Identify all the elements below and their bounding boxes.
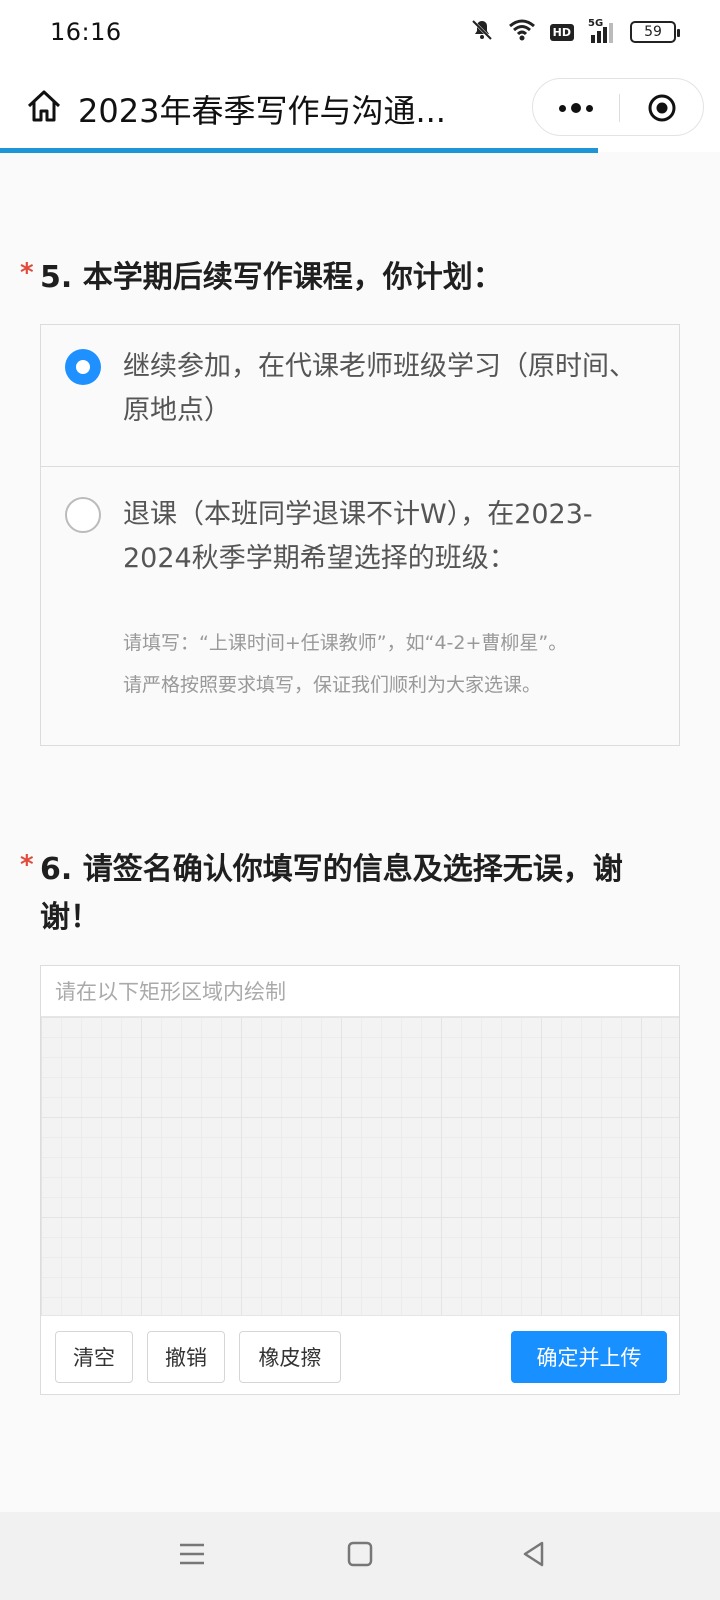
- option-hint: 请严格按照要求填写，保证我们顺利为大家选课。: [123, 674, 542, 696]
- signature-panel: 请在以下矩形区域内绘制 清空 撤销 橡皮擦 确定并上传: [40, 965, 680, 1395]
- required-mark: *: [20, 850, 34, 880]
- signal-icon: 5G: [588, 18, 616, 43]
- question-5-options: 继续参加，在代课老师班级学习（原时间、原地点） 退课（本班同学退课不计W），在2…: [40, 324, 680, 746]
- menu-icon[interactable]: [178, 1540, 206, 1572]
- close-miniprogram-button[interactable]: [619, 79, 705, 137]
- mini-program-capsule: [532, 78, 704, 136]
- status-bar: 16:16 HD 5G 59: [0, 0, 720, 66]
- back-triangle-icon[interactable]: [520, 1540, 548, 1572]
- question-5-title: 5. 本学期后续写作课程，你计划：: [40, 260, 503, 295]
- home-icon[interactable]: [24, 86, 64, 126]
- radio-unchecked-icon[interactable]: [65, 497, 101, 533]
- radio-checked-icon[interactable]: [65, 349, 101, 385]
- option-hint: 请填写：“上课时间+任课教师”，如“4-2+曹柳星”。: [123, 632, 568, 654]
- system-nav-bar: [0, 1512, 720, 1600]
- option-continue[interactable]: 继续参加，在代课老师班级学习（原时间、原地点）: [41, 325, 679, 467]
- confirm-upload-button[interactable]: 确定并上传: [511, 1331, 667, 1383]
- signature-hint: 请在以下矩形区域内绘制: [55, 980, 286, 1004]
- option-label: 退课（本班同学退课不计W），在2023-2024秋季学期希望选择的班级：: [123, 499, 593, 574]
- eraser-button[interactable]: 橡皮擦: [239, 1331, 341, 1383]
- page-title: 2023年春季写作与沟通...: [78, 92, 446, 130]
- nav-bar: 2023年春季写作与沟通...: [0, 66, 720, 152]
- battery-level: 59: [644, 24, 662, 40]
- signature-canvas[interactable]: [41, 1016, 679, 1316]
- battery-icon: 59: [630, 21, 680, 43]
- target-circle-icon: [648, 94, 676, 122]
- home-square-icon[interactable]: [346, 1540, 374, 1572]
- required-mark: *: [20, 258, 34, 288]
- question-6-title: 6. 请签名确认你填写的信息及选择无误，谢谢！: [40, 852, 623, 935]
- more-dot-icon: [586, 104, 593, 112]
- more-button[interactable]: [533, 79, 619, 137]
- wifi-icon: [508, 19, 536, 45]
- status-time: 16:16: [50, 18, 122, 46]
- more-dot-icon: [571, 103, 581, 113]
- undo-button[interactable]: 撤销: [147, 1331, 225, 1383]
- page-progress-bar: [0, 148, 598, 153]
- clear-button[interactable]: 清空: [55, 1331, 133, 1383]
- more-dot-icon: [559, 104, 566, 112]
- option-withdraw[interactable]: 退课（本班同学退课不计W），在2023-2024秋季学期希望选择的班级： 请填写…: [41, 467, 679, 745]
- status-icons: HD 5G 59: [470, 18, 680, 46]
- mute-bell-icon: [470, 18, 494, 46]
- option-label: 继续参加，在代课老师班级学习（原时间、原地点）: [123, 351, 636, 426]
- hd-badge: HD: [549, 23, 574, 41]
